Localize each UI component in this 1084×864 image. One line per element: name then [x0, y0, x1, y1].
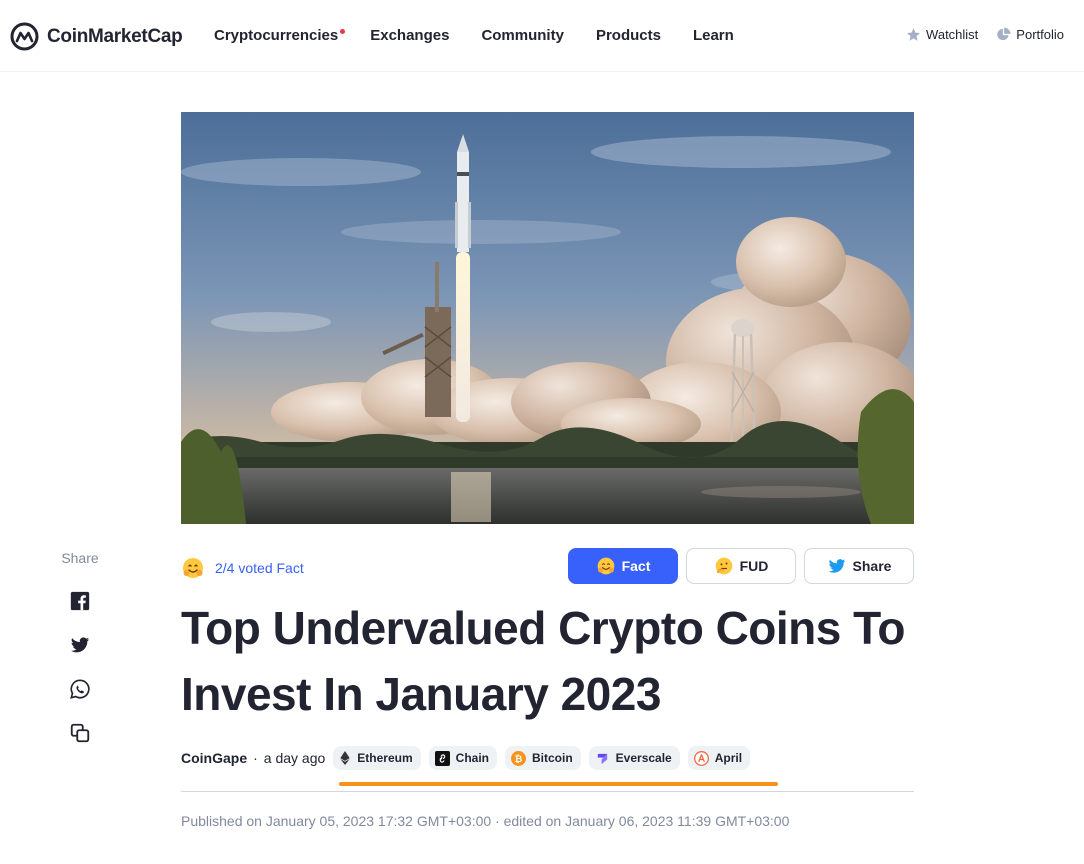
article-source[interactable]: CoinGape: [181, 750, 247, 766]
chain-icon: [434, 750, 450, 766]
vote-fact-button[interactable]: Fact: [568, 548, 678, 584]
hugging-face-emoji-icon: [183, 558, 203, 578]
share-label: Share: [61, 550, 99, 566]
tag-label: Bitcoin: [532, 751, 573, 765]
twitter-icon[interactable]: [69, 634, 91, 656]
portfolio-label: Portfolio: [1016, 27, 1064, 42]
watchlist-label: Watchlist: [926, 27, 979, 42]
header-actions: Watchlist Portfolio: [888, 27, 1064, 42]
thinking-face-emoji-icon: [715, 557, 732, 575]
vote-fud-button[interactable]: FUD: [686, 548, 796, 584]
share-label: Share: [852, 558, 892, 574]
tag-bitcoin[interactable]: ₿ Bitcoin: [505, 746, 581, 770]
watchlist-link[interactable]: Watchlist: [906, 27, 978, 42]
bitcoin-icon: ₿: [511, 750, 526, 766]
article-title: Top Undervalued Crypto Coins To Invest I…: [181, 602, 905, 720]
reading-progress-bar: [339, 782, 778, 786]
tag-label: April: [714, 751, 743, 765]
main-nav: Cryptocurrencies Exchanges Community Pro…: [214, 27, 766, 44]
portfolio-link[interactable]: Portfolio: [996, 27, 1064, 42]
vote-buttons: Fact FUD Share: [568, 548, 914, 584]
logo-text: CoinMarketCap: [47, 25, 183, 47]
coinmarketcap-logo-icon: [10, 22, 39, 51]
nav-products[interactable]: Products: [596, 27, 661, 44]
vote-status: 2/4 voted Fact: [181, 556, 304, 580]
share-sidebar: Share: [56, 550, 104, 766]
article-hero-image: [181, 112, 914, 524]
svg-text:₿: ₿: [515, 753, 523, 764]
vote-fud-label: FUD: [739, 558, 769, 574]
nav-learn[interactable]: Learn: [693, 27, 734, 44]
nav-label: Community: [481, 27, 564, 44]
tag-ethereum[interactable]: Ethereum: [333, 746, 421, 770]
publish-info: Published on January 05, 2023 17:32 GMT+…: [181, 813, 790, 829]
facebook-icon[interactable]: [69, 590, 91, 612]
tag-label: Ethereum: [357, 751, 413, 765]
ethereum-icon: [340, 751, 350, 765]
nav-cryptocurrencies[interactable]: Cryptocurrencies: [214, 27, 346, 44]
hugging-face-emoji-icon: [597, 557, 614, 575]
logo[interactable]: CoinMarketCap: [10, 22, 183, 51]
meta-divider: [181, 791, 914, 792]
site-header: CoinMarketCap Cryptocurrencies Exchanges…: [0, 0, 1084, 72]
article-meta: CoinGape · a day ago Ethereum Chain ₿ Bi…: [181, 745, 751, 771]
tag-label: Chain: [455, 751, 489, 765]
tag-label: Everscale: [615, 751, 672, 765]
nav-label: Exchanges: [370, 27, 450, 44]
new-badge-dot: [340, 29, 346, 34]
vote-count-text[interactable]: 2/4 voted Fact: [215, 560, 304, 576]
vote-fact-label: Fact: [621, 558, 651, 574]
tag-everscale[interactable]: Everscale: [588, 746, 680, 770]
pie-chart-icon: [997, 27, 1011, 41]
copy-link-icon[interactable]: [69, 722, 91, 744]
tag-april[interactable]: April: [687, 746, 751, 770]
whatsapp-icon[interactable]: [69, 678, 91, 700]
april-icon: [693, 750, 709, 766]
meta-separator: ·: [253, 750, 258, 766]
rocket-launch-photo: [181, 112, 914, 524]
nav-label: Learn: [692, 27, 734, 44]
tag-chain[interactable]: Chain: [428, 746, 497, 770]
nav-exchanges[interactable]: Exchanges: [370, 27, 449, 44]
article-time-ago: a day ago: [263, 750, 326, 766]
twitter-bird-icon: [828, 559, 845, 573]
nav-label: Cryptocurrencies: [214, 27, 339, 44]
everscale-icon: [597, 753, 607, 764]
twitter-share-button[interactable]: Share: [804, 548, 914, 584]
nav-community[interactable]: Community: [481, 27, 564, 44]
nav-label: Products: [595, 27, 661, 44]
star-icon: [906, 28, 921, 41]
